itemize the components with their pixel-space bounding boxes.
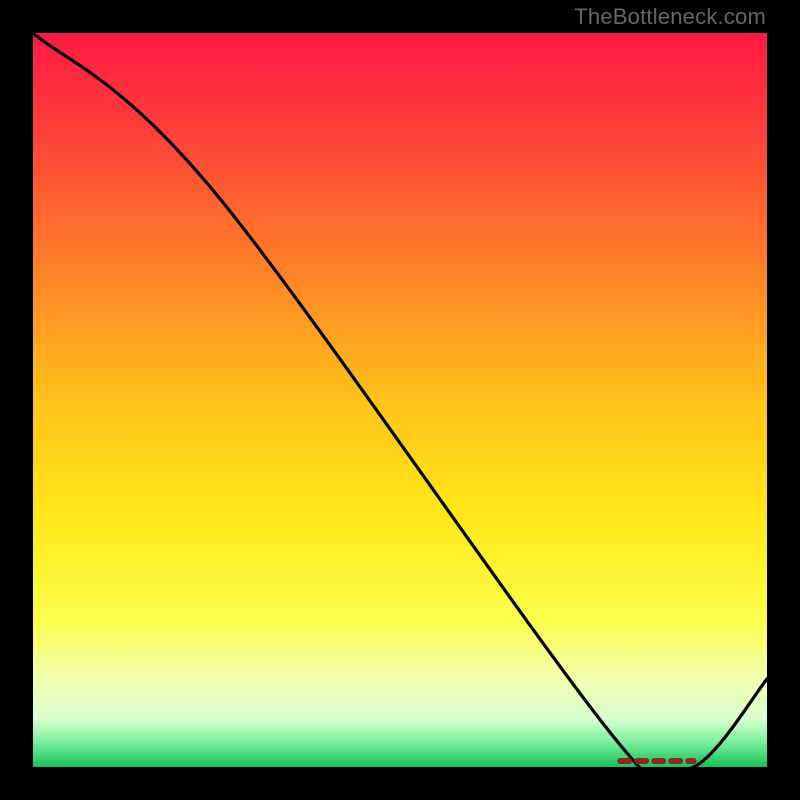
chart-frame: TheBottleneck.com: [0, 0, 800, 800]
gradient-background: [33, 33, 767, 767]
plot-area: [33, 33, 767, 767]
watermark-text: TheBottleneck.com: [574, 4, 766, 30]
chart-svg: [33, 33, 767, 767]
